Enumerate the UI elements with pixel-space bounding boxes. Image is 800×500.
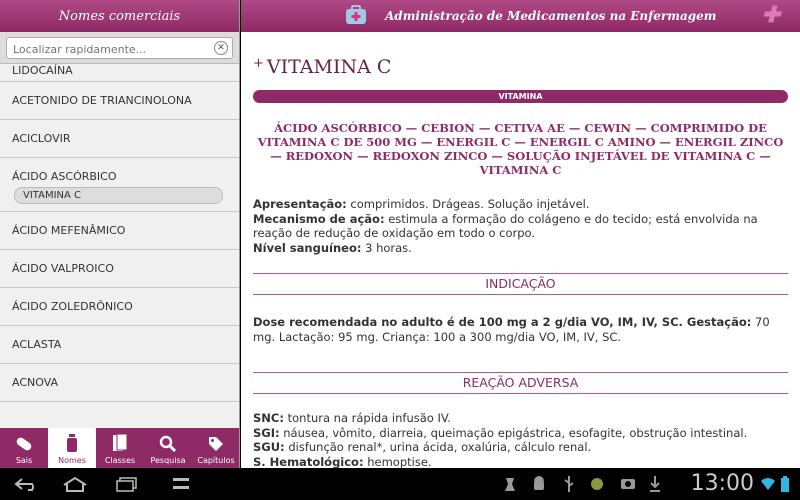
list-item[interactable]: ÁCIDO ZOLEDRÔNICO [0, 288, 239, 326]
left-pane: Nomes comerciais ✕ LIDOCAÍNA ACETONIDO D… [0, 0, 240, 468]
presentation-text: comprimidos. Drágeas. Solução injetável. [346, 197, 590, 211]
plus-icon: + [253, 56, 264, 71]
drug-list[interactable]: LIDOCAÍNA ACETONIDO DE TRIANCINOLONA ACI… [0, 64, 239, 428]
tab-capitulos[interactable]: Capítulos [192, 428, 239, 468]
snc-label: SNC: [253, 411, 284, 425]
plus-decoration-icon: ✚ [761, 2, 780, 28]
download-icon [650, 476, 660, 492]
sgi-text: náusea, vômito, diarreia, queimação epig… [279, 425, 748, 440]
home-icon[interactable] [62, 476, 88, 492]
clock: 13:00 [690, 471, 754, 496]
bottle-icon [67, 434, 77, 452]
list-item-expanded[interactable]: ÁCIDO ASCÓRBICO VITAMINA C [0, 158, 239, 212]
first-aid-kit-icon [346, 5, 366, 24]
battery-icon [781, 476, 789, 492]
back-icon[interactable] [14, 477, 40, 491]
drug-synonyms: ÁCIDO ASCÓRBICO — CEBION — CETIVA AE — C… [257, 121, 784, 177]
recent-apps-icon[interactable] [114, 476, 140, 492]
tab-pesquisa[interactable]: Pesquisa [144, 428, 192, 468]
sgi-label: SGI: [253, 425, 280, 440]
pill-icon [16, 437, 32, 451]
mechanism-label: Mecanismo de ação: [253, 211, 385, 226]
search-box: ✕ [6, 37, 233, 60]
hem-label: S. Hematológico: [253, 454, 364, 469]
sgu-label: SGU: [253, 440, 285, 454]
list-item[interactable]: ACNOVA [0, 364, 239, 402]
level-text: 3 horas. [361, 240, 412, 255]
list-item-label: ÁCIDO ASCÓRBICO [12, 170, 117, 183]
snc-text: tontura na rápida infusão IV. [283, 411, 451, 425]
notification-icon [505, 478, 515, 491]
app-notification-icon [591, 478, 603, 490]
menu-dots-icon[interactable] [172, 477, 190, 491]
books-icon [113, 433, 128, 451]
drug-class-bar: VITAMINA [253, 90, 788, 103]
level-label: Nível sanguíneo: [253, 240, 362, 255]
search-icon [159, 435, 177, 453]
right-pane: Administração de Medicamentos na Enferma… [241, 0, 800, 468]
tab-label: Nomes [58, 456, 86, 465]
section-indication: INDICAÇÃO [253, 273, 788, 295]
list-item[interactable]: ÁCIDO VALPROICO [0, 250, 239, 288]
drug-info: Apresentação: comprimidos. Drágeas. Solu… [253, 197, 788, 255]
wifi-icon [761, 478, 775, 490]
hem-text: hemoptise. [363, 454, 432, 469]
sgu-text: disfunção renal*, urina ácida, oxalúria,… [284, 440, 592, 454]
dose-label: Dose recomendada no adulto é de 100 mg a… [253, 315, 752, 329]
app-title: Administração de Medicamentos na Enferma… [385, 9, 717, 23]
list-item[interactable]: ACICLOVIR [0, 120, 239, 158]
list-header: Nomes comerciais [0, 0, 239, 32]
app-header: Administração de Medicamentos na Enferma… [241, 0, 800, 32]
system-navigation-bar: 13:00 [0, 468, 800, 500]
drug-content: + VITAMINA C VITAMINA ÁCIDO ASCÓRBICO — C… [241, 56, 800, 468]
dose-info: Dose recomendada no adulto é de 100 mg a… [253, 315, 788, 344]
drug-title: + VITAMINA C [253, 56, 788, 78]
tab-label: Capítulos [197, 456, 235, 465]
drug-title-text: VITAMINA C [266, 56, 392, 78]
search-bar: ✕ [0, 32, 239, 64]
tab-nomes[interactable]: Nomes [48, 428, 96, 468]
list-subitem-selected[interactable]: VITAMINA C [14, 187, 223, 204]
tags-icon [209, 437, 223, 451]
tab-classes[interactable]: Classes [96, 428, 144, 468]
list-item[interactable]: ÁCIDO MEFENÂMICO [0, 212, 239, 250]
section-adverse: REAÇÃO ADVERSA [253, 372, 788, 394]
search-input[interactable] [7, 39, 232, 60]
list-item[interactable]: ACETONIDO DE TRIANCINOLONA [0, 82, 239, 120]
bottom-tabs: Sais Nomes Classes Pesquisa Capítulos [0, 428, 239, 468]
tab-label: Classes [104, 456, 136, 465]
adverse-info: SNC: tontura na rápida infusão IV. SGI: … [253, 411, 788, 468]
tab-label: Pesquisa [150, 456, 186, 465]
camera-icon [621, 479, 635, 489]
usb-icon [564, 476, 574, 492]
tab-label: Sais [15, 456, 33, 465]
clear-icon[interactable]: ✕ [214, 41, 228, 55]
list-item[interactable]: ACLASTA [0, 326, 239, 364]
presentation-label: Apresentação: [253, 197, 347, 211]
android-icon [534, 476, 544, 490]
tab-sais[interactable]: Sais [0, 428, 48, 468]
list-item[interactable]: LIDOCAÍNA [0, 64, 239, 82]
